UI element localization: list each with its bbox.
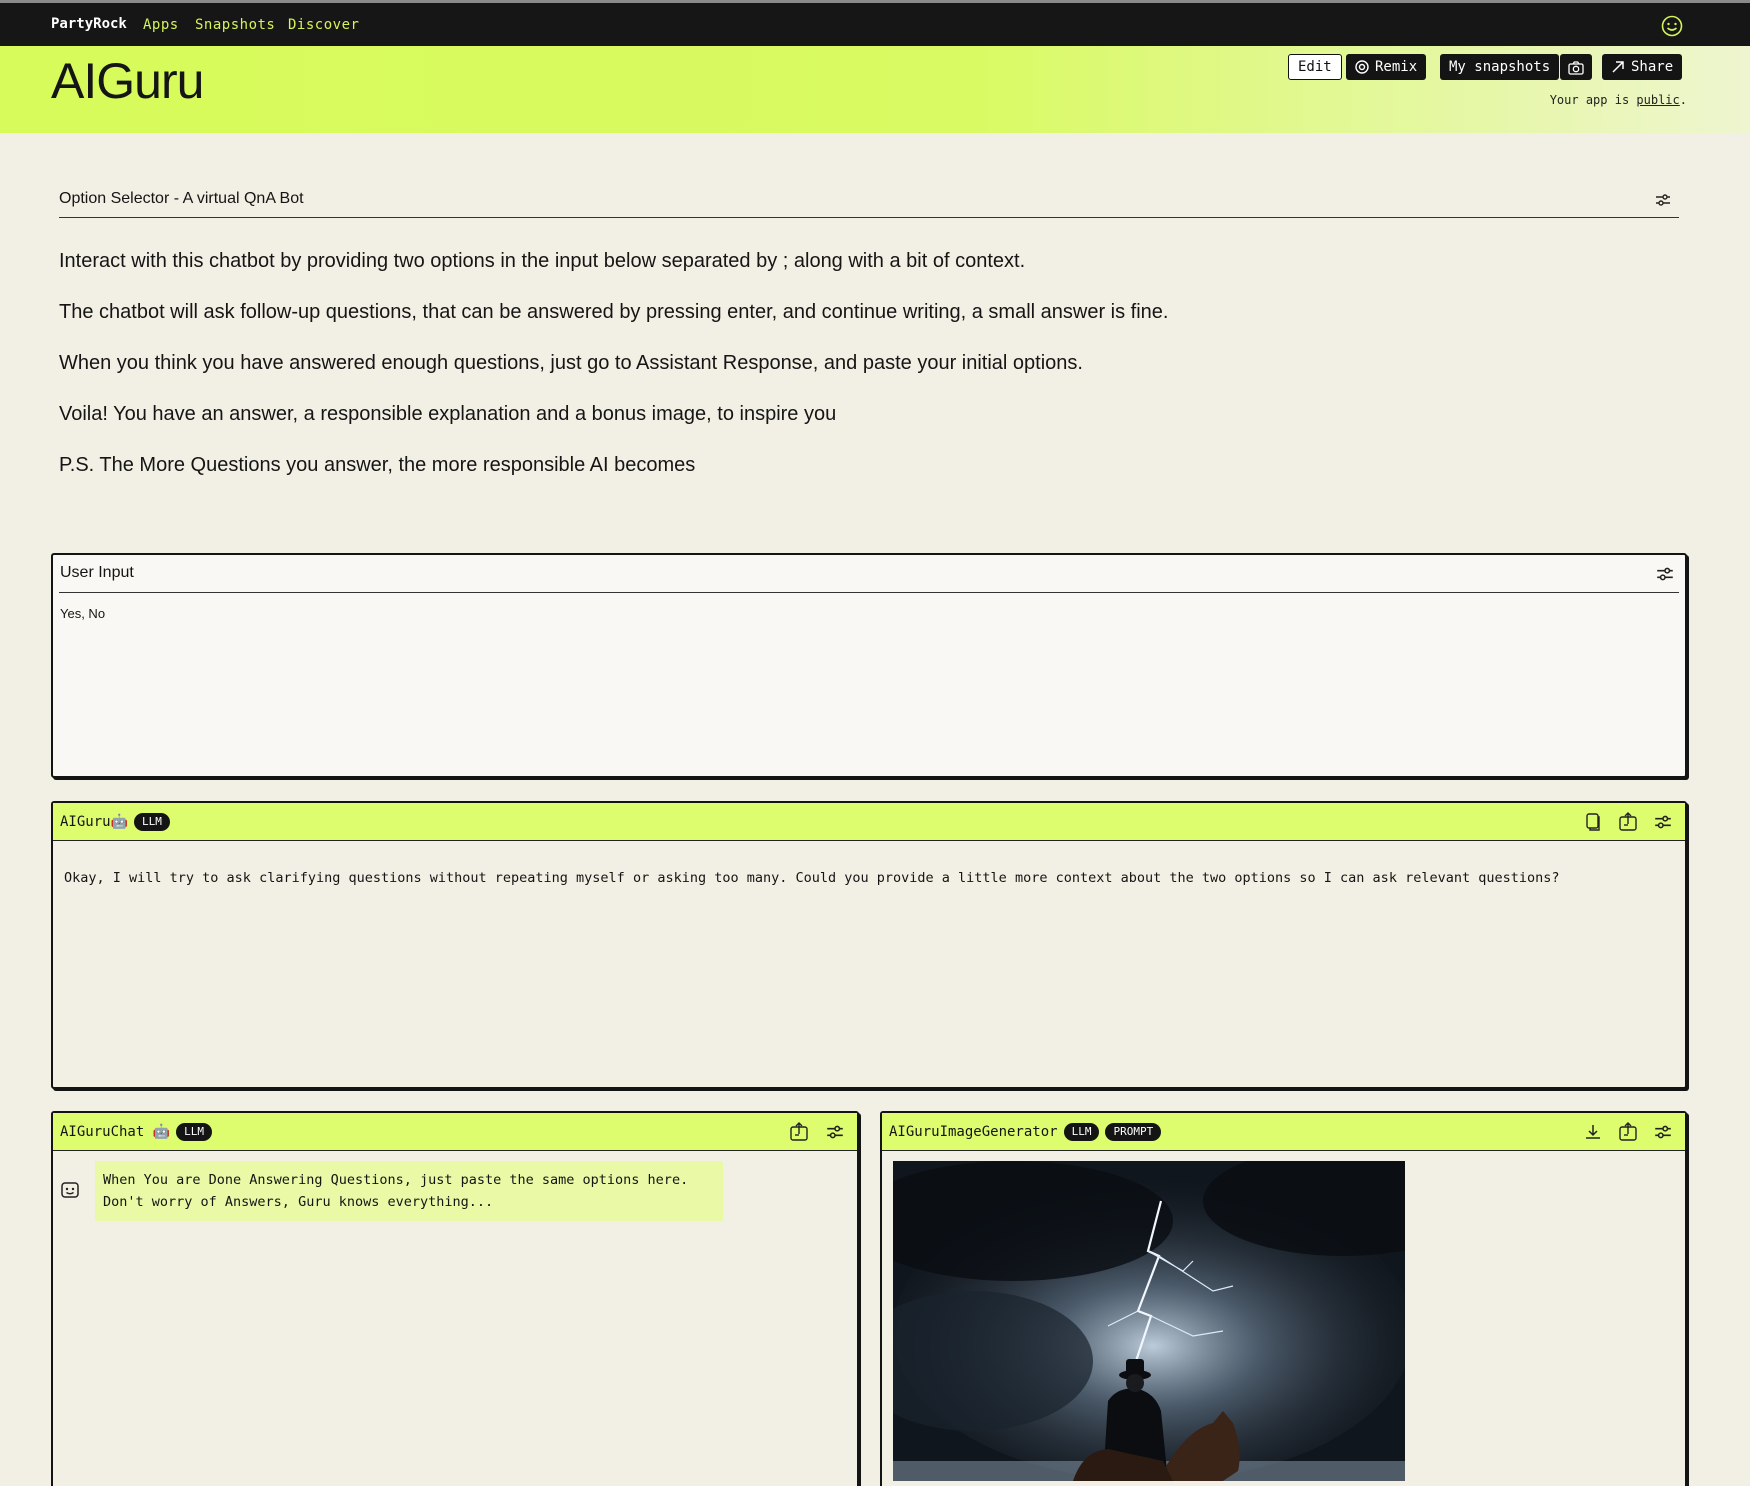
prompt-badge: PROMPT xyxy=(1105,1123,1162,1141)
edit-button[interactable]: Edit xyxy=(1288,54,1342,80)
description-paragraph: Voila! You have an answer, a responsible… xyxy=(59,403,837,425)
remix-button[interactable]: Remix xyxy=(1346,54,1427,80)
description-paragraph: Interact with this chatbot by providing … xyxy=(59,250,1026,272)
camera-icon xyxy=(1568,61,1584,75)
aiguru-chat-title: AIGuruChat 🤖 xyxy=(60,1124,171,1140)
chat-export-icon[interactable] xyxy=(789,1122,809,1142)
image-generator-title: AIGuruImageGenerator xyxy=(889,1124,1058,1140)
settings-sliders-icon[interactable] xyxy=(1653,1122,1673,1142)
nav-snapshots[interactable]: Snapshots xyxy=(195,17,275,33)
download-icon[interactable] xyxy=(1583,1122,1603,1142)
copy-icon[interactable] xyxy=(1583,812,1603,832)
description-title: Option Selector - A virtual QnA Bot xyxy=(59,190,304,207)
description-paragraph: The chatbot will ask follow-up questions… xyxy=(59,301,1169,323)
public-status: Your app is public. xyxy=(1550,93,1687,107)
app-title: AIGuru xyxy=(51,53,204,109)
share-button-label: Share xyxy=(1631,59,1674,75)
my-snapshots-button[interactable]: My snapshots xyxy=(1440,54,1560,80)
public-link[interactable]: public xyxy=(1636,93,1679,107)
widget-header: AIGuruImageGenerator LLM PROMPT xyxy=(882,1113,1685,1151)
user-input-widget: User Input Yes, No xyxy=(51,553,1687,778)
user-input-field[interactable]: Yes, No xyxy=(60,606,105,621)
aiguru-widget: AIGuru🤖 LLM Okay, I will try to ask clar… xyxy=(51,801,1687,1089)
description-paragraph: P.S. The More Questions you answer, the … xyxy=(59,454,696,476)
widget-divider xyxy=(59,592,1679,593)
top-nav-bar: PartyRock Apps Snapshots Discover xyxy=(0,0,1750,46)
aiguru-title: AIGuru🤖 xyxy=(60,814,129,830)
image-generator-widget: AIGuruImageGenerator LLM PROMPT xyxy=(880,1111,1687,1486)
chat-message: When You are Done Answering Questions, j… xyxy=(95,1161,723,1221)
my-snapshots-label: My snapshots xyxy=(1449,59,1551,75)
widget-title: User Input xyxy=(60,564,134,581)
remix-button-label: Remix xyxy=(1375,59,1418,75)
share-arrow-icon xyxy=(1612,61,1624,73)
widget-title: AIGuru🤖 LLM xyxy=(60,813,170,831)
storm-rider-illustration xyxy=(893,1161,1405,1481)
chat-export-icon[interactable] xyxy=(1618,812,1638,832)
widget-header: AIGuru🤖 LLM xyxy=(53,803,1685,841)
public-status-suffix: . xyxy=(1679,93,1687,107)
share-button[interactable]: Share xyxy=(1602,54,1683,80)
description-divider xyxy=(59,217,1679,218)
llm-badge: LLM xyxy=(1063,1123,1100,1141)
user-avatar-icon[interactable] xyxy=(1661,15,1683,37)
chat-export-icon[interactable] xyxy=(1618,1122,1638,1142)
remix-icon xyxy=(1355,60,1369,74)
widget-title: AIGuruChat 🤖 LLM xyxy=(60,1123,213,1141)
widget-title: AIGuruImageGenerator LLM PROMPT xyxy=(889,1123,1162,1141)
brand-logo[interactable]: PartyRock xyxy=(51,16,127,32)
llm-output-text: Okay, I will try to ask clarifying quest… xyxy=(64,870,1560,886)
public-status-prefix: Your app is xyxy=(1549,93,1637,107)
nav-apps[interactable]: Apps xyxy=(143,17,179,33)
snapshot-camera-button[interactable] xyxy=(1560,54,1592,80)
generated-image xyxy=(893,1161,1405,1481)
settings-sliders-icon[interactable] xyxy=(1653,812,1673,832)
nav-discover[interactable]: Discover xyxy=(288,17,359,33)
widget-header: AIGuruChat 🤖 LLM xyxy=(53,1113,857,1151)
description-paragraph: When you think you have answered enough … xyxy=(59,352,1083,374)
app-header: AIGuru Edit Remix My snapshots Share You… xyxy=(0,46,1750,133)
llm-badge: LLM xyxy=(176,1123,213,1141)
settings-sliders-icon[interactable] xyxy=(825,1122,845,1142)
settings-sliders-icon[interactable] xyxy=(1655,564,1675,584)
aiguru-chat-widget: AIGuruChat 🤖 LLM When You are Done Answe… xyxy=(51,1111,859,1486)
edit-button-label: Edit xyxy=(1298,59,1332,75)
bot-avatar-icon xyxy=(61,1182,79,1198)
widget-header: User Input xyxy=(53,555,1685,593)
settings-sliders-icon[interactable] xyxy=(1654,191,1672,209)
llm-badge: LLM xyxy=(134,813,170,831)
